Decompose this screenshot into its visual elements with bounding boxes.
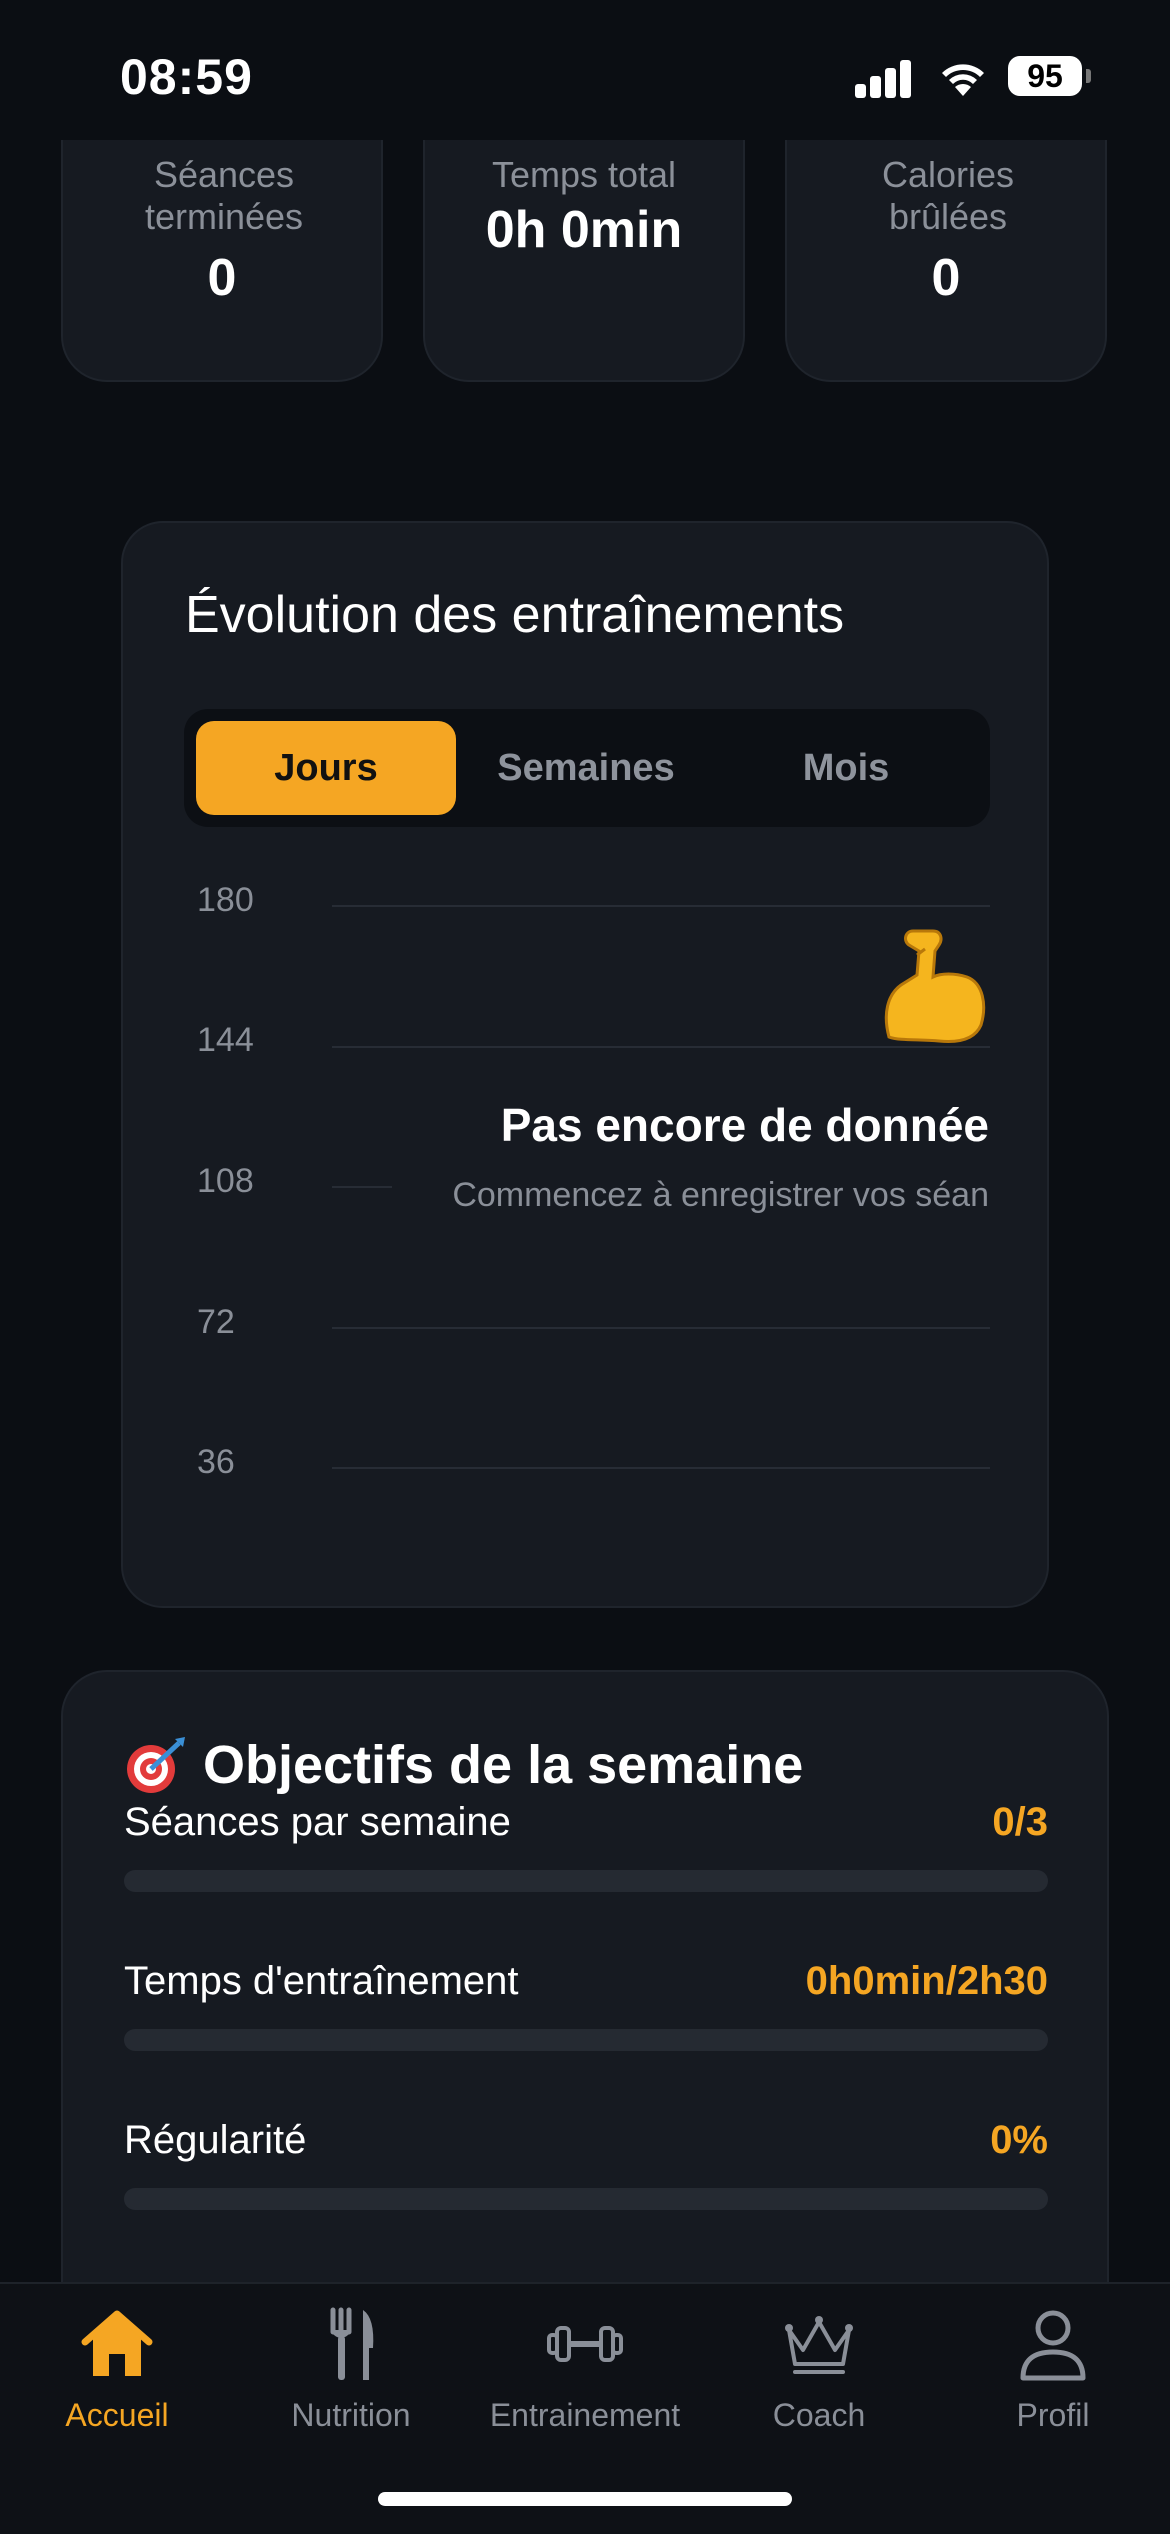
goal-label: Séances par semaine — [124, 1800, 511, 1844]
tab-coach[interactable]: Coach — [702, 2304, 936, 2434]
goals-title: Objectifs de la semaine — [203, 1735, 804, 1795]
status-bar: 08:59 95 — [0, 0, 1170, 140]
grid-line — [332, 905, 990, 907]
grid-line — [332, 1046, 990, 1048]
empty-state-title: Pas encore de donnée — [500, 1099, 989, 1151]
goal-progress-track — [124, 1870, 1048, 1892]
tab-label: Accueil — [65, 2397, 169, 2433]
goals-title-row: Objectifs de la semaine — [123, 1734, 803, 1796]
tab-weeks[interactable]: Semaines — [456, 721, 716, 815]
crown-icon — [785, 2316, 853, 2374]
fork-knife-icon — [330, 2307, 374, 2380]
signal-icon — [855, 58, 915, 98]
home-indicator — [378, 2492, 792, 2506]
tab-training[interactable]: Entrainement — [468, 2304, 702, 2434]
y-tick-label: 144 — [197, 1021, 254, 1059]
goal-label: Régularité — [124, 2118, 307, 2162]
stat-card-sessions: Séances terminées 0 — [61, 140, 383, 382]
battery-tip — [1086, 69, 1091, 83]
tab-nutrition[interactable]: Nutrition — [234, 2304, 468, 2434]
tab-label: Nutrition — [291, 2397, 411, 2433]
stat-card-calories: Calories brûlées 0 — [785, 140, 1107, 382]
flexed-biceps-icon — [884, 929, 986, 1043]
stat-value: 0 — [207, 249, 237, 307]
stat-label: Temps total — [491, 154, 677, 195]
y-tick-label: 72 — [197, 1303, 235, 1341]
goal-value: 0/3 — [992, 1800, 1048, 1844]
tab-profile[interactable]: Profil — [936, 2304, 1170, 2434]
goal-progress-track — [124, 2188, 1048, 2210]
tab-label: Profil — [1016, 2397, 1090, 2433]
battery-indicator: 95 — [1008, 56, 1082, 96]
period-segmented-control: Jours Semaines Mois — [184, 709, 990, 827]
target-icon — [127, 1737, 185, 1793]
goal-value: 0h0min/2h30 — [805, 1959, 1048, 2003]
stat-label: Séances terminées — [144, 154, 304, 237]
stat-label: Calories brûlées — [881, 154, 1015, 237]
tab-days[interactable]: Jours — [196, 721, 456, 815]
chart-title: Évolution des entraînements — [185, 586, 845, 644]
grid-line — [332, 1327, 990, 1329]
empty-state-subtitle: Commencez à enregistrer vos séan — [452, 1176, 989, 1214]
home-icon — [81, 2310, 153, 2376]
status-time: 08:59 — [120, 49, 253, 105]
wifi-icon — [942, 64, 984, 96]
weekly-goals-card: Objectifs de la semaine Séances par sema… — [61, 1670, 1109, 2370]
workout-evolution-card: Évolution des entraînements Jours Semain… — [121, 521, 1049, 1608]
stat-value: 0h 0min — [485, 201, 683, 259]
y-tick-label: 180 — [197, 881, 254, 919]
tab-label: Coach — [772, 2397, 866, 2433]
tab-months[interactable]: Mois — [716, 721, 976, 815]
y-tick-label: 108 — [197, 1162, 254, 1200]
grid-line — [332, 1186, 392, 1188]
grid-line — [332, 1467, 990, 1469]
stat-card-total-time: Temps total 0h 0min — [423, 140, 745, 382]
user-icon — [1020, 2310, 1086, 2381]
goal-value: 0% — [990, 2118, 1048, 2162]
tab-home[interactable]: Accueil — [0, 2304, 234, 2434]
y-tick-label: 36 — [197, 1443, 235, 1481]
stat-value: 0 — [931, 249, 961, 307]
goal-progress-track — [124, 2029, 1048, 2051]
tab-label: Entrainement — [489, 2397, 681, 2433]
dumbbell-icon — [547, 2326, 623, 2362]
goal-label: Temps d'entraînement — [124, 1959, 519, 2003]
